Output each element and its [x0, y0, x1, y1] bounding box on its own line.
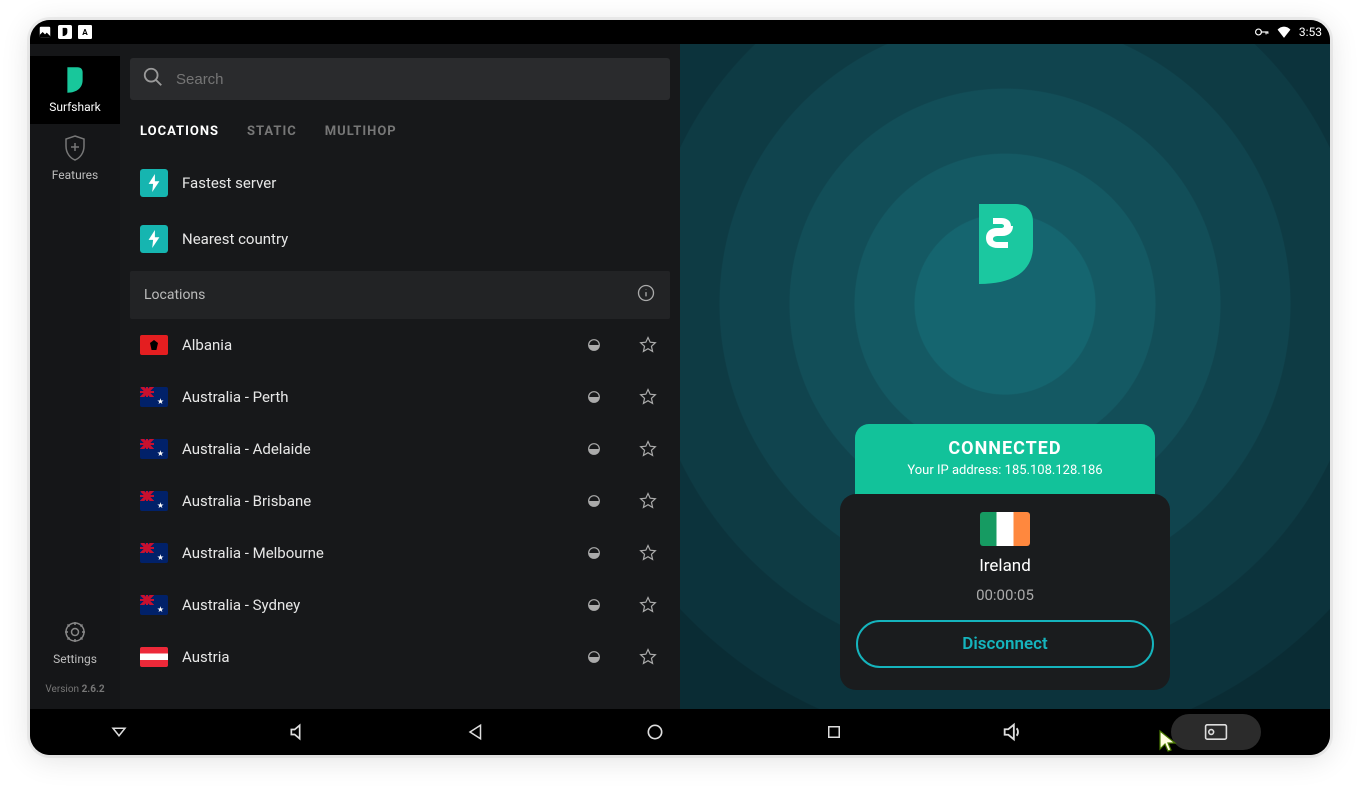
locations-panel: LOCATIONS STATIC MULTIHOP Fastest server…: [120, 44, 680, 709]
load-icon: [582, 489, 606, 513]
fastest-server[interactable]: Fastest server: [130, 155, 670, 211]
sidebar-item-features[interactable]: Features: [30, 124, 120, 192]
favorite-star-icon[interactable]: [636, 645, 660, 669]
flag-icon: [140, 491, 168, 511]
location-row[interactable]: Australia - Melbourne: [130, 527, 670, 579]
location-name: Austria: [182, 648, 568, 666]
favorite-star-icon[interactable]: [636, 489, 660, 513]
version-label: Version 2.6.2: [45, 676, 104, 709]
favorite-star-icon[interactable]: [636, 333, 660, 357]
clock: 3:53: [1299, 25, 1322, 39]
surfshark-logo-large: [965, 200, 1045, 288]
tablet-frame: A 3:53 Surfshark Features: [30, 20, 1330, 755]
app-icon: A: [78, 25, 92, 39]
quick-item-label: Nearest country: [182, 230, 288, 248]
flag-icon: [140, 647, 168, 667]
search-icon: [142, 66, 164, 92]
flag-icon: [140, 387, 168, 407]
location-row[interactable]: Australia - Adelaide: [130, 423, 670, 475]
load-icon: [582, 385, 606, 409]
connection-panel: CONNECTED Your IP address: 185.108.128.1…: [680, 44, 1330, 709]
locations-header: Locations: [130, 271, 670, 319]
load-icon: [582, 333, 606, 357]
quick-item-label: Fastest server: [182, 174, 276, 192]
bolt-icon: [140, 225, 168, 253]
bolt-icon: [140, 169, 168, 197]
sidebar: Surfshark Features Settings Version 2.6.…: [30, 44, 120, 709]
location-row[interactable]: Austria: [130, 631, 670, 683]
search-bar[interactable]: [130, 58, 670, 100]
vpn-key-icon: [1255, 25, 1269, 39]
location-row[interactable]: Australia - Perth: [130, 371, 670, 423]
gear-icon: [61, 618, 89, 646]
location-name: Australia - Adelaide: [182, 440, 568, 458]
ip-address: Your IP address: 185.108.128.186: [865, 463, 1145, 478]
image-icon: [38, 25, 52, 39]
sidebar-item-label: Settings: [53, 652, 97, 666]
load-icon: [582, 541, 606, 565]
sidebar-item-label: Features: [52, 168, 98, 182]
favorite-star-icon[interactable]: [636, 593, 660, 617]
tab-static[interactable]: STATIC: [247, 124, 297, 139]
sidebar-item-settings[interactable]: Settings: [30, 608, 120, 676]
tab-multihop[interactable]: MULTIHOP: [325, 124, 397, 139]
flag-icon: [980, 512, 1030, 546]
connection-card: Ireland 00:00:05 Disconnect: [840, 494, 1170, 690]
location-name: Albania: [182, 336, 568, 354]
status-label: CONNECTED: [865, 438, 1145, 459]
surfshark-logo-icon: [61, 66, 89, 94]
location-row[interactable]: Australia - Brisbane: [130, 475, 670, 527]
load-icon: [582, 437, 606, 461]
nav-dropdown[interactable]: [99, 712, 139, 752]
flag-icon: [140, 543, 168, 563]
nav-volume-up[interactable]: [992, 712, 1032, 752]
nav-screenshot[interactable]: [1171, 714, 1261, 750]
shield-plus-icon: [61, 134, 89, 162]
nav-back[interactable]: [456, 712, 496, 752]
tabs: LOCATIONS STATIC MULTIHOP: [130, 110, 670, 155]
locations-list: Albania Australia - Perth Australia - Adel…: [130, 319, 670, 683]
flag-icon: [140, 335, 168, 355]
favorite-star-icon[interactable]: [636, 385, 660, 409]
location-name: Australia - Melbourne: [182, 544, 568, 562]
flag-icon: [140, 595, 168, 615]
location-row[interactable]: Albania: [130, 319, 670, 371]
sidebar-item-surfshark[interactable]: Surfshark: [30, 56, 120, 124]
nearest-country[interactable]: Nearest country: [130, 211, 670, 267]
sidebar-item-label: Surfshark: [49, 100, 101, 114]
status-bar: A 3:53: [30, 20, 1330, 44]
flag-icon: [140, 439, 168, 459]
favorite-star-icon[interactable]: [636, 541, 660, 565]
info-icon[interactable]: [636, 283, 656, 307]
surfshark-notif-icon: [58, 25, 72, 39]
location-name: Australia - Brisbane: [182, 492, 568, 510]
connected-country: Ireland: [979, 556, 1031, 576]
location-row[interactable]: Australia - Sydney: [130, 579, 670, 631]
load-icon: [582, 593, 606, 617]
nav-volume-down[interactable]: [278, 712, 318, 752]
search-input[interactable]: [176, 71, 658, 88]
disconnect-button[interactable]: Disconnect: [856, 620, 1154, 668]
load-icon: [582, 645, 606, 669]
wifi-icon: [1277, 25, 1291, 39]
nav-recent[interactable]: [814, 712, 854, 752]
nav-home[interactable]: [635, 712, 675, 752]
tab-locations[interactable]: LOCATIONS: [140, 124, 219, 139]
svg-text:A: A: [82, 27, 88, 37]
connection-duration: 00:00:05: [976, 586, 1034, 604]
location-name: Australia - Sydney: [182, 596, 568, 614]
location-name: Australia - Perth: [182, 388, 568, 406]
favorite-star-icon[interactable]: [636, 437, 660, 461]
android-nav-bar: [30, 709, 1330, 755]
